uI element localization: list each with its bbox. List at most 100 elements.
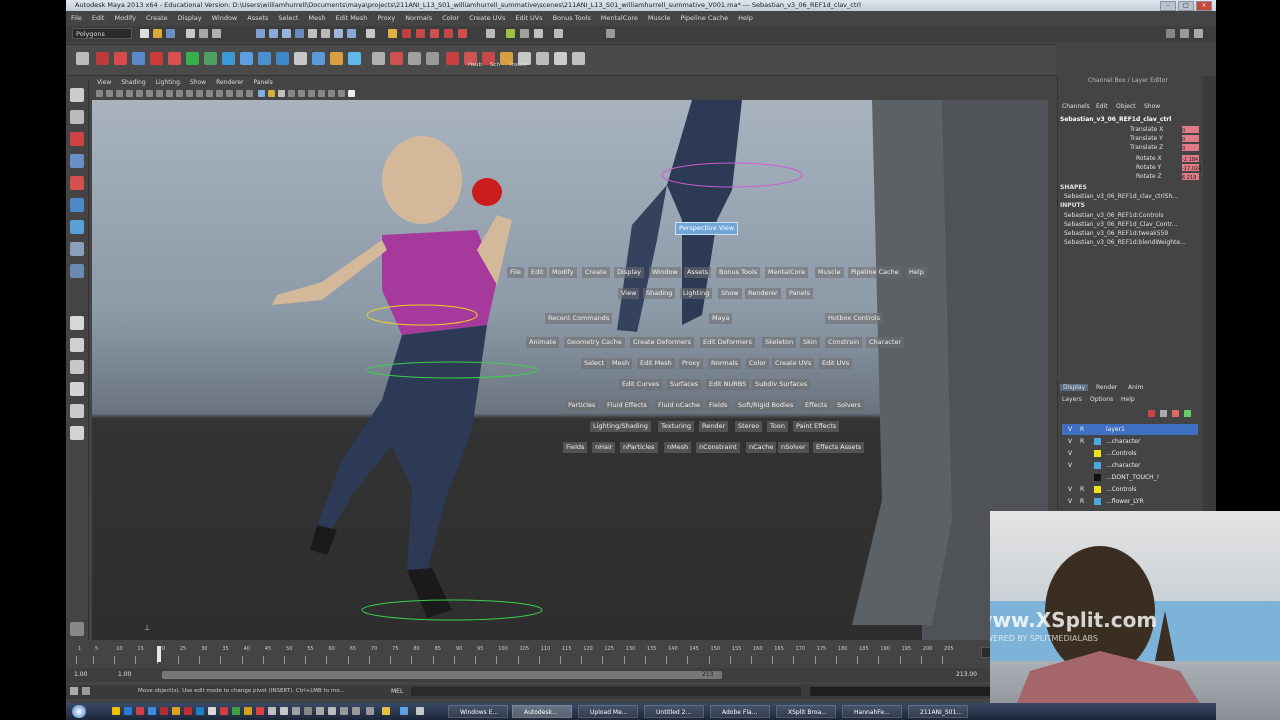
render-settings-icon[interactable] bbox=[534, 29, 543, 38]
shelf-tool-icon[interactable] bbox=[240, 52, 253, 65]
menu-set-selector[interactable]: Polygons bbox=[72, 28, 132, 39]
channel-menu-show[interactable]: Show bbox=[1144, 103, 1160, 110]
menu-mentalcore[interactable]: MentalCore bbox=[596, 13, 643, 24]
select-hierarchy-icon[interactable] bbox=[186, 29, 195, 38]
attribute-value-field[interactable]: 0 bbox=[1182, 126, 1199, 134]
menu-pipeline-cache[interactable]: Pipeline Cache bbox=[675, 13, 733, 24]
layer-row[interactable]: VR ...character bbox=[1062, 436, 1198, 447]
film-gate-icon[interactable] bbox=[146, 90, 153, 97]
channel-menu-object[interactable]: Object bbox=[1116, 103, 1136, 110]
hotbox-item[interactable]: Color bbox=[746, 358, 769, 369]
snap-to-curve-icon[interactable] bbox=[416, 29, 425, 38]
shelf-tool-icon[interactable] bbox=[372, 52, 385, 65]
hotbox-item[interactable]: View bbox=[618, 288, 640, 299]
hotbox-item[interactable]: Fluid Effects bbox=[604, 400, 650, 411]
quicklaunch-icon[interactable] bbox=[292, 707, 300, 715]
hotbox-item[interactable]: Edit Deformers bbox=[700, 337, 755, 348]
panel-toggle-icon[interactable] bbox=[1180, 29, 1189, 38]
quicklaunch-icon[interactable] bbox=[352, 707, 360, 715]
toolbox-options-icon[interactable] bbox=[70, 622, 84, 636]
hotbox-item[interactable]: Edit bbox=[528, 267, 547, 278]
hotbox-item[interactable]: nConstraint bbox=[696, 442, 740, 453]
hotbox-item[interactable]: Assets bbox=[684, 267, 712, 278]
gate-mask-icon[interactable] bbox=[166, 90, 173, 97]
shelf-tool-icon[interactable] bbox=[536, 52, 549, 65]
panel-toggle-icon[interactable] bbox=[1194, 29, 1203, 38]
layer-color-swatch[interactable] bbox=[1094, 486, 1101, 493]
quicklaunch-icon[interactable] bbox=[400, 707, 408, 715]
taskbar-item[interactable]: Upload Me... bbox=[578, 705, 638, 718]
shelf-tool-icon[interactable] bbox=[186, 52, 199, 65]
hotbox-item[interactable]: Mesh bbox=[609, 358, 633, 369]
move-layer-icon[interactable] bbox=[1172, 410, 1179, 417]
layout-four-icon[interactable] bbox=[70, 338, 84, 352]
channel-menu-edit[interactable]: Edit bbox=[1096, 103, 1108, 110]
hotbox-item[interactable]: Edit UVs bbox=[819, 358, 853, 369]
selected-object-name[interactable]: Sebastian_v3_06_REF1d_clav_ctrl bbox=[1060, 116, 1171, 123]
hotbox-item[interactable]: Solvers bbox=[834, 400, 864, 411]
shelf-tool-icon[interactable] bbox=[330, 52, 343, 65]
quicklaunch-icon[interactable] bbox=[220, 707, 228, 715]
shelf-tool-icon[interactable] bbox=[96, 52, 109, 65]
hotbox-item[interactable]: Bonus Tools bbox=[716, 267, 761, 278]
attribute-editor-tab-strip[interactable] bbox=[1203, 76, 1216, 516]
close-hud-icon[interactable] bbox=[348, 90, 355, 97]
panel-menu-show[interactable]: Show bbox=[185, 78, 211, 88]
field-chart-icon[interactable] bbox=[176, 90, 183, 97]
menu-edit-uvs[interactable]: Edit UVs bbox=[510, 13, 547, 24]
hotbox-item[interactable]: Fields bbox=[706, 400, 731, 411]
resolution-gate-icon[interactable] bbox=[156, 90, 163, 97]
hotbox-item[interactable]: Display bbox=[614, 267, 644, 278]
shelf-label[interactable]: insert bbox=[510, 62, 526, 68]
taskbar-item[interactable]: 211ANI_S01... bbox=[908, 705, 968, 718]
minimize-button[interactable]: – bbox=[1160, 1, 1176, 11]
menu-create[interactable]: Create bbox=[141, 13, 173, 24]
menu-file[interactable]: File bbox=[66, 13, 87, 24]
layer-tab-render[interactable]: Render bbox=[1096, 384, 1117, 391]
menu-bonus-tools[interactable]: Bonus Tools bbox=[548, 13, 596, 24]
attribute-value-field[interactable]: -17.024 bbox=[1182, 164, 1201, 172]
layer-row[interactable]: V ...character bbox=[1062, 460, 1198, 471]
shelf-tool-icon[interactable] bbox=[294, 52, 307, 65]
hotbox-item[interactable]: Edit NURBS bbox=[706, 379, 750, 390]
hotbox-recent-commands[interactable]: Recent Commands bbox=[545, 313, 613, 324]
bookmark-icon[interactable] bbox=[116, 90, 123, 97]
shelf-tool-icon[interactable] bbox=[114, 52, 127, 65]
hotbox-item[interactable]: Subdiv Surfaces bbox=[752, 379, 811, 390]
quicklaunch-icon[interactable] bbox=[328, 707, 336, 715]
shape-node[interactable]: Sebastian_v3_06_REF1d_clav_ctrlSh... bbox=[1064, 193, 1178, 200]
menu-color[interactable]: Color bbox=[437, 13, 464, 24]
motion-blur-icon[interactable] bbox=[278, 90, 285, 97]
safe-title-icon[interactable] bbox=[196, 90, 203, 97]
open-scene-icon[interactable] bbox=[153, 29, 162, 38]
hotbox-item[interactable]: MentalCore bbox=[765, 267, 809, 278]
select-object-icon[interactable] bbox=[199, 29, 208, 38]
hotbox-item[interactable]: Character bbox=[866, 337, 905, 348]
shelf-tool-icon[interactable] bbox=[312, 52, 325, 65]
taskbar-item[interactable]: HannahFe... bbox=[842, 705, 902, 718]
taskbar-item[interactable]: Untitled 2... bbox=[644, 705, 704, 718]
hotbox-item[interactable]: Renderer bbox=[745, 288, 781, 299]
hotbox-item[interactable]: Edit Mesh bbox=[637, 358, 675, 369]
ipr-render-icon[interactable] bbox=[520, 29, 529, 38]
layer-color-swatch[interactable] bbox=[1094, 474, 1101, 481]
perspective-viewport[interactable]: ⊥ Perspective View File Edit Modify Crea… bbox=[92, 100, 1048, 640]
new-layer-icon[interactable] bbox=[1148, 410, 1155, 417]
quicklaunch-icon[interactable] bbox=[366, 707, 374, 715]
layer-row[interactable]: VR ...Controls bbox=[1062, 484, 1198, 495]
backface-culling-icon[interactable] bbox=[328, 90, 335, 97]
hotbox-item[interactable]: Edit Curves bbox=[619, 379, 663, 390]
hotbox-item[interactable]: Particles bbox=[565, 400, 599, 411]
panel-menu-shading[interactable]: Shading bbox=[116, 78, 150, 88]
selection-mask-icon[interactable] bbox=[282, 29, 291, 38]
hotbox-item[interactable]: Toon bbox=[767, 421, 788, 432]
hotbox-item[interactable]: Stereo bbox=[735, 421, 763, 432]
hotbox-item[interactable]: nMesh bbox=[664, 442, 692, 453]
shelf-tool-icon[interactable] bbox=[168, 52, 181, 65]
hotbox-item[interactable]: Pipeline Cache bbox=[848, 267, 902, 278]
hotbox-item[interactable]: Fields bbox=[563, 442, 588, 453]
hotbox-item[interactable]: Lighting bbox=[680, 288, 713, 299]
shelf-settings-icon[interactable] bbox=[76, 52, 89, 65]
hotbox-item[interactable]: Effects Assets bbox=[813, 442, 865, 453]
hotbox-item[interactable]: Modify bbox=[549, 267, 577, 278]
